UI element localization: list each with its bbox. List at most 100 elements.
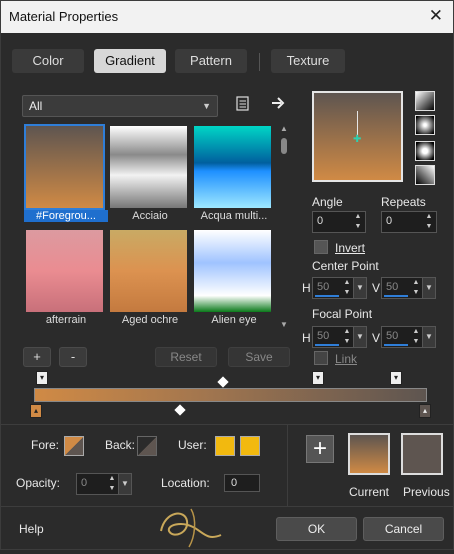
gradient-preview[interactable]: ✚ xyxy=(312,91,403,182)
opacity-input[interactable]: 0 ▲ ▼ ▼ xyxy=(76,473,132,495)
chevron-down-icon: ▼ xyxy=(202,101,211,111)
chevron-down-icon[interactable]: ▼ xyxy=(353,327,366,347)
chevron-down-icon[interactable]: ▼ xyxy=(422,327,435,347)
gradient-list-icon[interactable] xyxy=(236,96,251,116)
gallery-item[interactable]: Alien eye xyxy=(192,228,273,326)
previous-label: Previous xyxy=(403,485,450,499)
remove-gradient-button[interactable]: - xyxy=(59,347,87,367)
location-label: Location: xyxy=(161,476,210,490)
gradient-swatch xyxy=(110,230,187,312)
center-h-input[interactable]: 50 ▲ ▼ ▼ xyxy=(312,277,367,299)
save-button[interactable]: Save xyxy=(228,347,290,367)
fore-swatch[interactable] xyxy=(64,436,84,456)
gallery-item[interactable]: #Foregrou... xyxy=(24,124,108,222)
gallery-item-label: Acciaio xyxy=(132,210,168,222)
gallery-item[interactable]: Acqua multi... xyxy=(192,124,273,222)
focal-h-input[interactable]: 50 ▲ ▼ ▼ xyxy=(312,326,367,348)
tab-gradient[interactable]: Gradient xyxy=(94,49,166,73)
center-v-value: 50 xyxy=(386,281,399,293)
spin-arrows-icon[interactable]: ▲ ▼ xyxy=(342,327,352,347)
gradient-swatch xyxy=(194,126,271,208)
center-h-value: 50 xyxy=(317,281,330,293)
center-v-bar xyxy=(384,295,408,297)
gallery-scrollbar[interactable]: ▲ ▼ xyxy=(277,122,291,331)
opacity-value: 0 xyxy=(81,477,88,489)
focal-h-value: 50 xyxy=(317,330,330,342)
linear-style-icon[interactable] xyxy=(415,91,435,111)
chevron-down-icon[interactable]: ▼ xyxy=(353,278,366,298)
spin-arrows-icon[interactable]: ▲ ▼ xyxy=(411,278,421,298)
angle-label: Angle xyxy=(312,195,343,209)
tab-separator xyxy=(259,53,260,71)
invert-checkbox[interactable] xyxy=(314,240,328,254)
link-label[interactable]: Link xyxy=(335,352,357,366)
spin-arrows-icon[interactable]: ▲ ▼ xyxy=(353,212,363,232)
gallery-item[interactable]: afterrain xyxy=(24,228,105,326)
color-marker-icon[interactable]: ▴ xyxy=(30,404,42,418)
gradient-bar[interactable] xyxy=(34,388,427,402)
tab-color[interactable]: Color xyxy=(12,49,84,73)
reset-button[interactable]: Reset xyxy=(155,347,217,367)
window-title: Material Properties xyxy=(9,9,119,24)
transparency-marker-icon[interactable]: ▾ xyxy=(36,371,48,385)
radial-style-icon[interactable] xyxy=(415,141,435,161)
color-marker-icon[interactable]: ▴ xyxy=(419,404,431,418)
user-swatch-2[interactable] xyxy=(240,436,260,456)
user-swatch-1[interactable] xyxy=(215,436,235,456)
gradient-swatch xyxy=(194,230,271,312)
add-swatch-button[interactable]: + xyxy=(306,435,334,463)
focal-v-input[interactable]: 50 ▲ ▼ ▼ xyxy=(381,326,436,348)
chevron-down-icon[interactable]: ▼ xyxy=(422,278,435,298)
sunburst-style-icon[interactable] xyxy=(415,165,435,185)
user-label: User: xyxy=(178,438,207,452)
arrow-right-icon[interactable] xyxy=(271,96,286,114)
add-gradient-button[interactable]: + xyxy=(23,347,51,367)
angle-handle-icon[interactable]: ✚ xyxy=(353,135,361,145)
scroll-down-icon[interactable]: ▼ xyxy=(280,320,288,329)
ok-button[interactable]: OK xyxy=(276,517,357,541)
spin-arrows-icon[interactable]: ▲ ▼ xyxy=(107,474,117,494)
gallery-item-label: afterrain xyxy=(45,314,87,326)
gradient-swatch xyxy=(110,126,187,208)
rectangular-style-icon[interactable] xyxy=(415,115,435,135)
link-checkbox[interactable] xyxy=(314,351,328,365)
spin-arrows-icon[interactable]: ▲ ▼ xyxy=(424,212,434,232)
center-h-label: H xyxy=(302,281,311,295)
scroll-thumb[interactable] xyxy=(281,138,287,154)
gradient-gallery: #Foregrou... Acciaio Acqua multi... afte… xyxy=(22,122,292,332)
back-label: Back: xyxy=(105,438,136,452)
gallery-item[interactable]: Acciaio xyxy=(108,124,189,222)
category-select[interactable]: All ▼ xyxy=(22,95,218,117)
focal-h-label: H xyxy=(302,331,311,345)
gallery-item-label: #Foregrou... xyxy=(24,210,108,222)
spin-arrows-icon[interactable]: ▲ ▼ xyxy=(411,327,421,347)
tab-texture[interactable]: Texture xyxy=(271,49,345,73)
title-bar: Material Properties ✕ xyxy=(1,1,453,33)
cancel-button[interactable]: Cancel xyxy=(363,517,444,541)
gallery-item-label: Acqua multi... xyxy=(200,210,268,222)
color-midpoint-icon[interactable] xyxy=(174,404,186,416)
previous-swatch[interactable] xyxy=(401,433,443,475)
material-properties-dialog: Material Properties ✕ Color Gradient Pat… xyxy=(0,0,454,550)
close-icon[interactable]: ✕ xyxy=(429,6,443,26)
spin-arrows-icon[interactable]: ▲ ▼ xyxy=(342,278,352,298)
chevron-down-icon[interactable]: ▼ xyxy=(118,474,131,494)
tab-pattern[interactable]: Pattern xyxy=(175,49,247,73)
back-swatch[interactable] xyxy=(137,436,157,456)
center-v-input[interactable]: 50 ▲ ▼ ▼ xyxy=(381,277,436,299)
repeats-stepper[interactable]: 0 ▲ ▼ xyxy=(381,211,437,233)
help-link[interactable]: Help xyxy=(19,522,44,536)
location-input[interactable]: 0 xyxy=(224,474,260,492)
angle-stepper[interactable]: 0 ▲ ▼ xyxy=(312,211,366,233)
scroll-up-icon[interactable]: ▲ xyxy=(280,124,288,133)
repeats-value: 0 xyxy=(386,215,393,227)
transparency-marker-icon[interactable]: ▾ xyxy=(390,371,402,385)
transparency-midpoint-icon[interactable] xyxy=(217,376,229,388)
invert-label[interactable]: Invert xyxy=(335,241,365,255)
focal-v-label: V xyxy=(372,331,381,345)
transparency-marker-icon[interactable]: ▾ xyxy=(312,371,324,385)
gradient-swatch xyxy=(24,124,105,210)
gallery-item[interactable]: Aged ochre xyxy=(108,228,189,326)
opacity-label: Opacity: xyxy=(16,476,61,490)
repeats-label: Repeats xyxy=(381,195,426,209)
